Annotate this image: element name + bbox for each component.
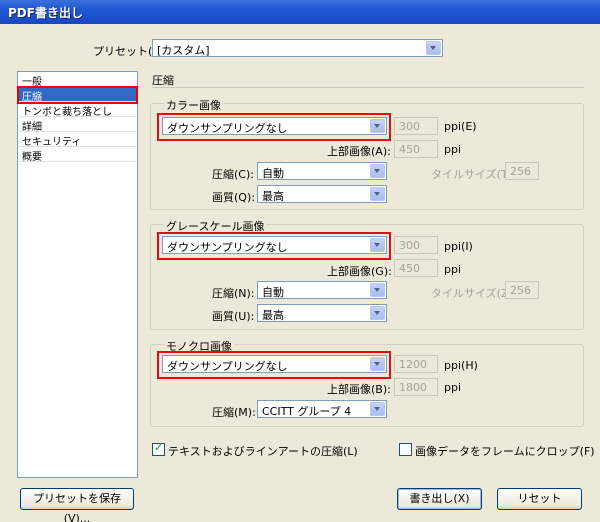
chevron-down-icon[interactable] bbox=[370, 402, 385, 416]
reset-button[interactable]: リセット bbox=[497, 488, 582, 510]
color-ppi-field[interactable]: 300 bbox=[394, 117, 438, 135]
color-compress-label: 圧縮(C): bbox=[212, 168, 254, 181]
panel-divider bbox=[152, 87, 584, 88]
text-art-compression-label: テキストおよびラインアートの圧縮(L) bbox=[168, 445, 358, 458]
chevron-down-icon[interactable] bbox=[370, 164, 385, 178]
color-downsample-select[interactable]: ダウンサンプリングなし bbox=[162, 117, 387, 135]
text-art-compression-checkbox[interactable] bbox=[152, 441, 165, 456]
sidebar-item-security[interactable]: セキュリティ bbox=[19, 133, 136, 148]
preset-value: [カスタム] bbox=[157, 44, 210, 57]
gray-compress-select[interactable]: 自動 bbox=[257, 281, 387, 299]
color-tile-label: タイルサイズ(T): bbox=[431, 168, 516, 181]
sidebar-item-summary[interactable]: 概要 bbox=[19, 148, 136, 163]
sidebar-item-marks-bleeds[interactable]: トンボと裁ち落とし bbox=[19, 103, 136, 118]
color-upper-field[interactable]: 450 bbox=[394, 140, 438, 158]
chevron-down-icon[interactable] bbox=[426, 41, 441, 55]
color-upper-label: 上部画像(A): bbox=[327, 145, 391, 158]
title-bar[interactable]: PDF書き出し bbox=[0, 0, 600, 24]
panel-title: 圧縮 bbox=[152, 74, 174, 87]
gray-ppi-field[interactable]: 300 bbox=[394, 236, 438, 254]
save-preset-button[interactable]: プリセットを保存(V)... bbox=[20, 488, 134, 522]
color-quality-label: 画質(Q): bbox=[212, 191, 255, 204]
chevron-down-icon[interactable] bbox=[370, 306, 385, 320]
pdf-export-dialog: PDF書き出し プリセット(S): [カスタム] 一般 圧縮 トンボと裁ち落とし… bbox=[0, 0, 600, 522]
category-list: 一般 圧縮 トンボと裁ち落とし 詳細 セキュリティ 概要 bbox=[17, 71, 138, 478]
gray-quality-label: 画質(U): bbox=[212, 310, 255, 323]
chevron-down-icon[interactable] bbox=[370, 357, 385, 371]
color-downsample-value: ダウンサンプリングなし bbox=[167, 122, 288, 135]
color-ppi-label: ppi(E) bbox=[444, 120, 477, 133]
gray-ppi-label: ppi(I) bbox=[444, 240, 473, 253]
color-compress-select[interactable]: 自動 bbox=[257, 162, 387, 180]
mono-compress-label: 圧縮(M): bbox=[212, 406, 256, 419]
crop-image-checkbox[interactable] bbox=[399, 443, 412, 456]
gray-tile-label: タイルサイズ(Z): bbox=[431, 287, 517, 300]
mono-upper-field[interactable]: 1800 bbox=[394, 378, 438, 396]
color-quality-select[interactable]: 最高 bbox=[257, 185, 387, 203]
gray-compress-label: 圧縮(N): bbox=[212, 287, 255, 300]
chevron-down-icon[interactable] bbox=[370, 283, 385, 297]
export-button[interactable]: 書き出し(X) bbox=[397, 488, 482, 510]
mono-upper-unit: ppi bbox=[444, 381, 462, 394]
sidebar-item-advanced[interactable]: 詳細 bbox=[19, 118, 136, 133]
crop-image-label: 画像データをフレームにクロップ(F) bbox=[415, 445, 595, 458]
chevron-down-icon[interactable] bbox=[370, 119, 385, 133]
preset-select[interactable]: [カスタム] bbox=[152, 39, 443, 57]
gray-upper-field[interactable]: 450 bbox=[394, 259, 438, 277]
mono-downsample-select[interactable]: ダウンサンプリングなし bbox=[162, 355, 387, 373]
color-group-label: カラー画像 bbox=[164, 97, 223, 113]
gray-downsample-select[interactable]: ダウンサンプリングなし bbox=[162, 236, 387, 254]
gray-upper-unit: ppi bbox=[444, 263, 462, 276]
mono-compress-select[interactable]: CCITT グループ 4 bbox=[257, 400, 387, 418]
gray-quality-select[interactable]: 最高 bbox=[257, 304, 387, 322]
sidebar-item-compression[interactable]: 圧縮 bbox=[17, 86, 138, 104]
mono-ppi-label: ppi(H) bbox=[444, 359, 478, 372]
color-upper-unit: ppi bbox=[444, 143, 462, 156]
color-tile-field[interactable]: 256 bbox=[505, 162, 539, 180]
chevron-down-icon[interactable] bbox=[370, 238, 385, 252]
mono-upper-label: 上部画像(B): bbox=[327, 383, 391, 396]
gray-upper-label: 上部画像(G): bbox=[327, 265, 392, 278]
chevron-down-icon[interactable] bbox=[370, 187, 385, 201]
window-title: PDF書き出し bbox=[8, 6, 83, 20]
sidebar-item-general[interactable]: 一般 bbox=[19, 73, 136, 88]
mono-ppi-field[interactable]: 1200 bbox=[394, 355, 438, 373]
gray-tile-field[interactable]: 256 bbox=[505, 281, 539, 299]
